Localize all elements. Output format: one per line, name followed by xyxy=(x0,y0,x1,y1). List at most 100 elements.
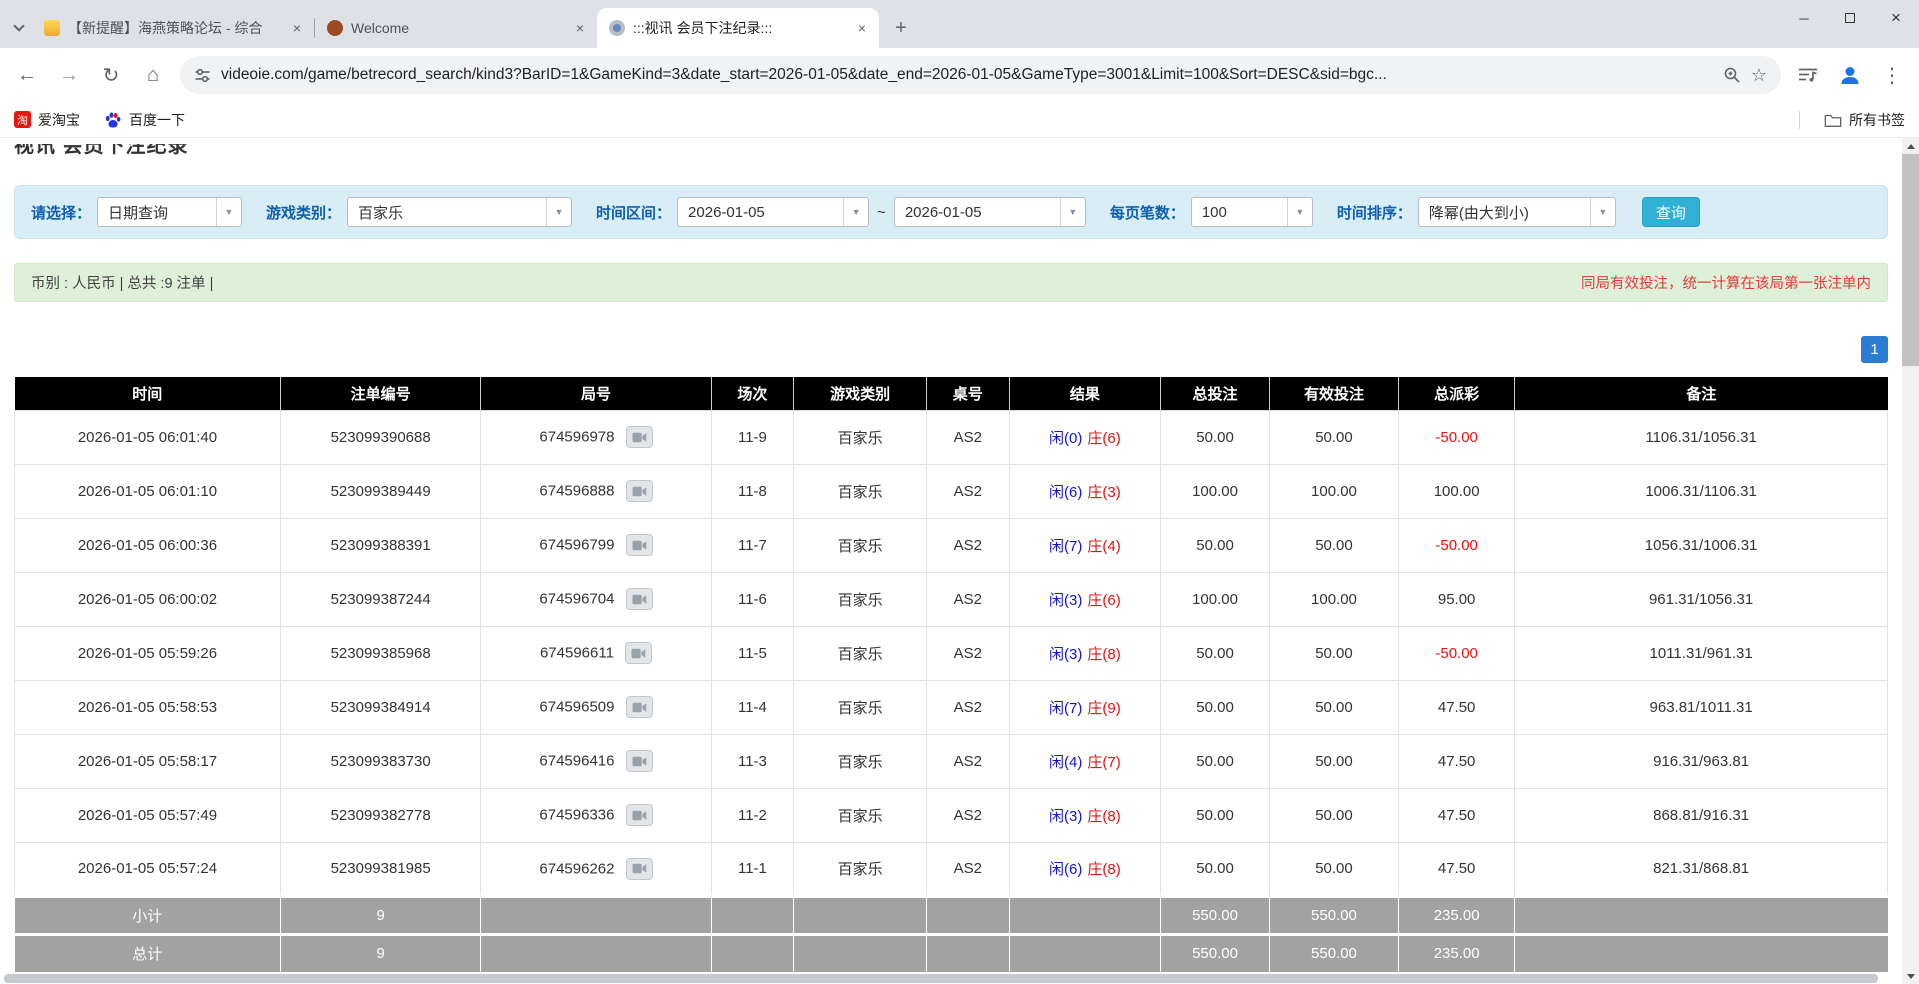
col-table-number: 桌号 xyxy=(927,377,1009,410)
cell-game-type: 百家乐 xyxy=(794,842,927,896)
cell-remark: 1106.31/1056.31 xyxy=(1515,410,1888,464)
cell-valid-bet: 50.00 xyxy=(1269,518,1398,572)
summary-note-text: 同局有效投注，统一计算在该局第一张注单内 xyxy=(1581,272,1871,293)
url-text[interactable]: videoie.com/game/betrecord_search/kind3?… xyxy=(221,66,1713,84)
cell-result: 闲(3)庄(8) xyxy=(1009,788,1161,842)
new-tab-button[interactable]: + xyxy=(887,14,915,42)
cell-result: 闲(0)庄(6) xyxy=(1009,410,1161,464)
cell-payout: 47.50 xyxy=(1399,734,1515,788)
refresh-button[interactable]: ↻ xyxy=(92,56,130,94)
browser-tab-3-active[interactable]: :::视讯 会员下注纪录::: × xyxy=(597,8,879,48)
pagination-page-1[interactable]: 1 xyxy=(1861,336,1888,363)
grand-total-valid-bet: 550.00 xyxy=(1269,934,1398,972)
video-camera-icon xyxy=(632,756,647,767)
cell-session: 11-8 xyxy=(711,464,793,518)
date-mode-select[interactable]: 日期查询 ▼ xyxy=(97,197,242,227)
video-camera-icon xyxy=(632,863,647,874)
result-player: 闲(3) xyxy=(1049,592,1082,609)
folder-icon xyxy=(1824,112,1842,128)
cell-total-bet[interactable]: 50.00 xyxy=(1161,788,1270,842)
tab-close-icon[interactable]: × xyxy=(288,19,306,37)
per-page-select[interactable]: 100 ▼ xyxy=(1191,197,1313,227)
address-bar[interactable]: videoie.com/game/betrecord_search/kind3?… xyxy=(180,56,1781,94)
cell-total-bet[interactable]: 50.00 xyxy=(1161,842,1270,896)
chevron-down-icon[interactable]: ▼ xyxy=(1287,198,1312,226)
browser-tab-2[interactable]: Welcome × xyxy=(315,8,597,48)
video-replay-button[interactable] xyxy=(626,750,653,772)
chevron-down-icon[interactable]: ▼ xyxy=(843,198,868,226)
all-bookmarks-button[interactable]: 所有书签 xyxy=(1824,110,1905,130)
back-button[interactable]: ← xyxy=(8,56,46,94)
chevron-down-icon[interactable]: ▼ xyxy=(1590,198,1615,226)
zoom-icon[interactable] xyxy=(1723,66,1741,84)
video-camera-icon xyxy=(632,432,647,443)
scrollbar-thumb[interactable] xyxy=(1902,154,1919,366)
tab-title: Welcome xyxy=(351,20,563,36)
video-replay-button[interactable] xyxy=(626,426,653,448)
game-type-value: 百家乐 xyxy=(348,198,546,226)
cell-valid-bet: 100.00 xyxy=(1269,464,1398,518)
cell-total-bet[interactable]: 100.00 xyxy=(1161,572,1270,626)
chevron-down-icon[interactable]: ▼ xyxy=(1060,198,1085,226)
forward-button[interactable]: → xyxy=(50,56,88,94)
media-controls-button[interactable] xyxy=(1789,56,1827,94)
browser-tab-1[interactable]: 【新提醒】海燕策略论坛 - 综合 × xyxy=(32,8,314,48)
profile-avatar-button[interactable] xyxy=(1831,56,1869,94)
filter-bar: 请选择： 日期查询 ▼ 游戏类别： 百家乐 ▼ 时间区间： xyxy=(14,185,1888,239)
table-row: 2026-01-05 05:57:49 523099382778 6745963… xyxy=(15,788,1888,842)
page-title: 视讯 会员下注纪录 xyxy=(14,144,1902,158)
cell-total-bet[interactable]: 50.00 xyxy=(1161,410,1270,464)
maximize-button[interactable] xyxy=(1827,0,1873,36)
close-button[interactable]: × xyxy=(1873,0,1919,36)
cell-round-number: 674596416 xyxy=(481,734,711,788)
vertical-scrollbar[interactable] xyxy=(1902,138,1919,984)
horizontal-scrollbar-thumb[interactable] xyxy=(4,974,1878,983)
video-replay-button[interactable] xyxy=(626,858,653,880)
cell-table-number: AS2 xyxy=(927,842,1009,896)
cell-total-bet[interactable]: 50.00 xyxy=(1161,626,1270,680)
date-range-separator: ~ xyxy=(877,204,886,221)
cell-valid-bet: 50.00 xyxy=(1269,842,1398,896)
cell-game-type: 百家乐 xyxy=(794,518,927,572)
cell-total-bet[interactable]: 50.00 xyxy=(1161,734,1270,788)
result-player: 闲(3) xyxy=(1049,646,1082,663)
video-replay-button[interactable] xyxy=(626,696,653,718)
minimize-button[interactable]: ─ xyxy=(1781,0,1827,36)
sort-order-select[interactable]: 降幂(由大到小) ▼ xyxy=(1418,197,1616,227)
table-row: 2026-01-05 06:00:02 523099387244 6745967… xyxy=(15,572,1888,626)
cell-total-bet[interactable]: 100.00 xyxy=(1161,464,1270,518)
cell-valid-bet: 50.00 xyxy=(1269,788,1398,842)
scrollbar-down-icon[interactable] xyxy=(1902,968,1919,984)
game-type-select[interactable]: 百家乐 ▼ xyxy=(347,197,572,227)
chevron-down-icon[interactable]: ▼ xyxy=(216,198,241,226)
cell-round-number: 674596336 xyxy=(481,788,711,842)
bookmark-item-aitaobao[interactable]: 淘 爱淘宝 xyxy=(14,110,80,130)
tab-close-icon[interactable]: × xyxy=(571,19,589,37)
cell-total-bet[interactable]: 50.00 xyxy=(1161,680,1270,734)
search-button[interactable]: 查询 xyxy=(1642,197,1700,227)
chevron-down-icon[interactable]: ▼ xyxy=(546,198,571,226)
tab-close-icon[interactable]: × xyxy=(853,19,871,37)
video-replay-button[interactable] xyxy=(626,588,653,610)
round-number: 674596336 xyxy=(539,807,614,824)
cell-time: 2026-01-05 06:00:02 xyxy=(15,572,281,626)
video-replay-button[interactable] xyxy=(626,804,653,826)
cell-result: 闲(7)庄(4) xyxy=(1009,518,1161,572)
filter-group-perpage: 每页笔数： 100 ▼ xyxy=(1110,197,1313,227)
bookmark-star-icon[interactable]: ☆ xyxy=(1751,65,1767,86)
video-replay-button[interactable] xyxy=(625,642,652,664)
home-button[interactable]: ⌂ xyxy=(134,56,172,94)
forward-icon: → xyxy=(59,64,79,87)
scrollbar-up-icon[interactable] xyxy=(1902,138,1919,154)
date-end-select[interactable]: 2026-01-05 ▼ xyxy=(894,197,1086,227)
date-start-select[interactable]: 2026-01-05 ▼ xyxy=(677,197,869,227)
tab-search-button[interactable] xyxy=(6,8,32,48)
video-replay-button[interactable] xyxy=(626,534,653,556)
cell-payout: -50.00 xyxy=(1399,410,1515,464)
round-number: 674596611 xyxy=(540,645,614,662)
menu-kebab-button[interactable]: ⋮ xyxy=(1873,56,1911,94)
video-replay-button[interactable] xyxy=(626,480,653,502)
cell-total-bet[interactable]: 50.00 xyxy=(1161,518,1270,572)
round-number: 674596509 xyxy=(539,699,614,716)
bookmark-item-baidu[interactable]: 百度一下 xyxy=(104,110,185,130)
